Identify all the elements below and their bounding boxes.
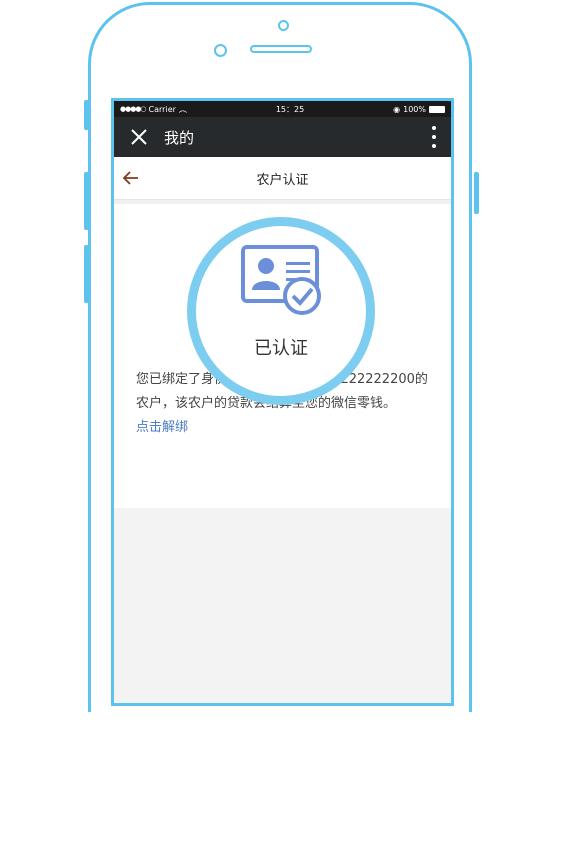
lock-rotation-icon: ◉ bbox=[393, 104, 401, 114]
page-header: 农户认证 bbox=[114, 157, 451, 200]
power-button bbox=[474, 172, 479, 214]
verified-label: 已认证 bbox=[254, 338, 308, 359]
carrier-label: Carrier bbox=[148, 104, 176, 114]
volume-down-button bbox=[84, 245, 89, 303]
unbind-link[interactable]: 点击解绑 bbox=[136, 416, 188, 435]
mute-button bbox=[84, 100, 89, 130]
signal-icon: ●●●●○ bbox=[120, 105, 147, 113]
more-vertical-icon bbox=[432, 126, 436, 130]
earpiece-speaker bbox=[250, 45, 312, 53]
front-camera bbox=[278, 20, 289, 31]
close-button[interactable] bbox=[114, 117, 164, 157]
status-bar: ●●●●○ Carrier ︵ 15：25 ◉ 100% bbox=[114, 101, 451, 117]
more-button[interactable] bbox=[431, 126, 437, 148]
proximity-sensor bbox=[214, 44, 227, 57]
back-arrow-icon[interactable] bbox=[120, 167, 142, 189]
status-time: 15：25 bbox=[275, 104, 305, 114]
verified-badge-magnifier: 已认证 bbox=[187, 217, 375, 405]
battery-icon bbox=[429, 105, 445, 113]
nav-title: 我的 bbox=[164, 128, 195, 147]
volume-up-button bbox=[84, 172, 89, 230]
wifi-icon: ︵ bbox=[178, 104, 187, 114]
nav-bar: 我的 bbox=[114, 117, 451, 157]
page-title: 农户认证 bbox=[256, 172, 309, 188]
phone-frame-fade bbox=[80, 712, 480, 862]
battery-percent: 100% bbox=[403, 104, 426, 114]
close-icon bbox=[131, 129, 147, 145]
id-card-verified-icon bbox=[241, 245, 321, 315]
